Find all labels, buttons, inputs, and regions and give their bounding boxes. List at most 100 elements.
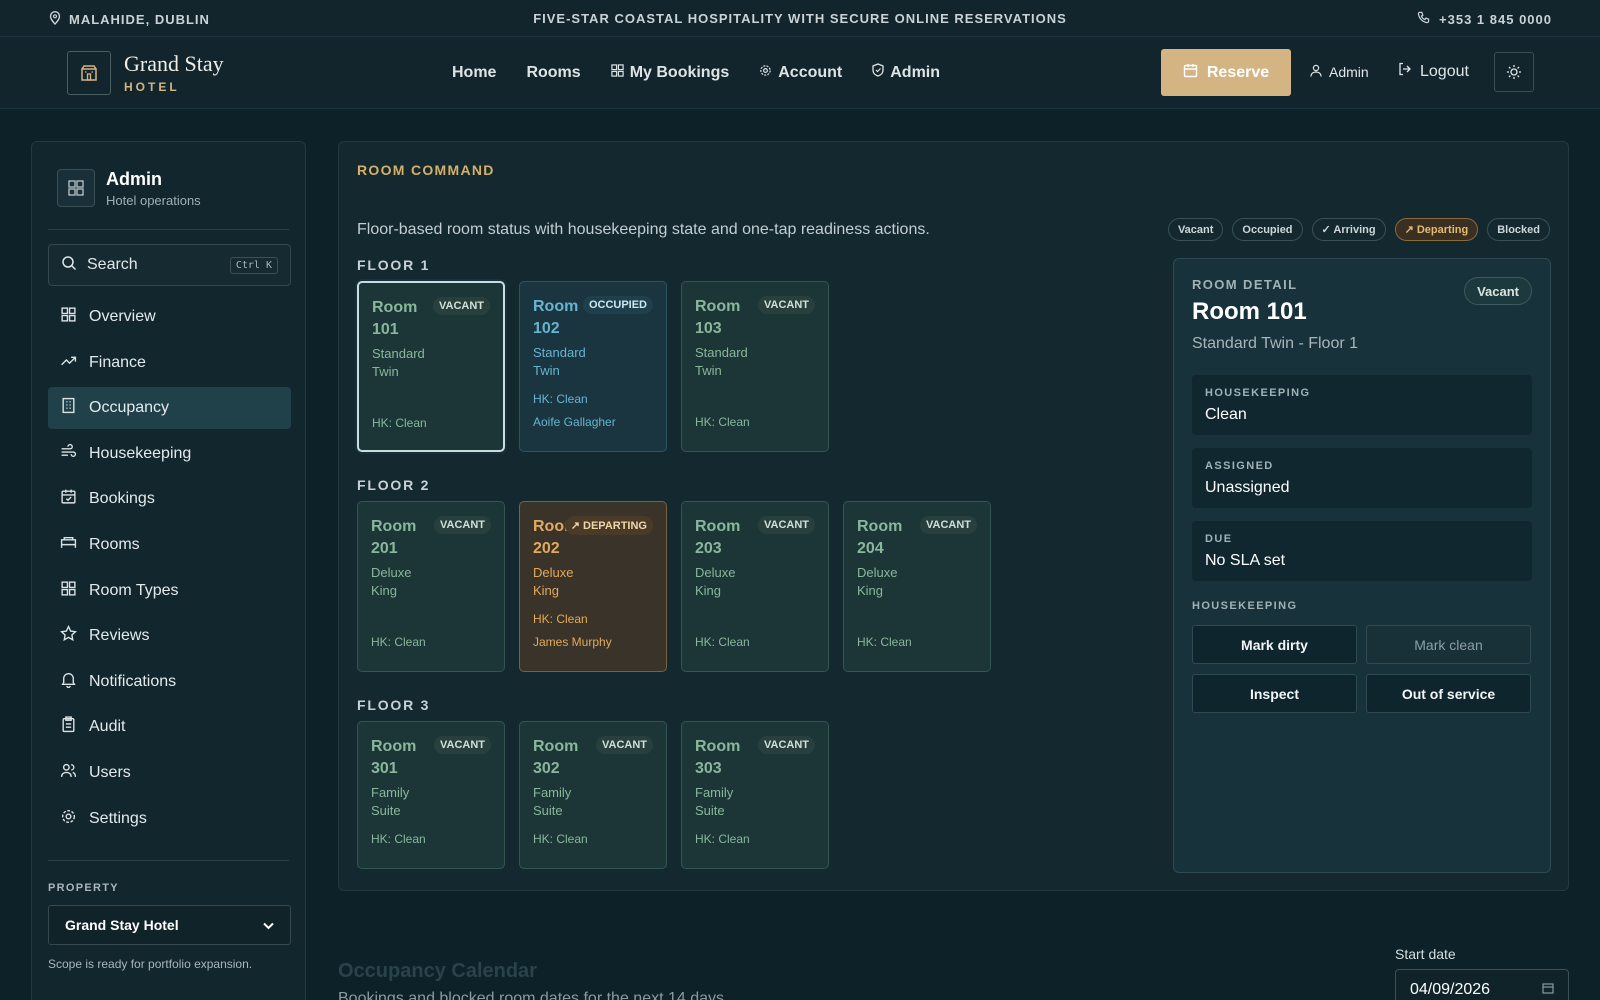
- sidebar-search[interactable]: Search Ctrl K: [48, 244, 291, 286]
- search-shortcut: Ctrl K: [229, 256, 278, 274]
- reserve-button[interactable]: Reserve: [1161, 49, 1291, 96]
- building-icon: [60, 397, 77, 419]
- wind-icon: [60, 443, 77, 465]
- room-card[interactable]: VACANT Room 301 Family Suite HK: Clean: [357, 721, 505, 869]
- nav-rooms-label: Rooms: [526, 63, 581, 81]
- reserve-label: Reserve: [1206, 63, 1270, 81]
- clipboard-icon: [60, 716, 77, 738]
- room-name: Room 303: [695, 738, 741, 777]
- sidebar-item-label: Users: [89, 763, 131, 781]
- logout-button[interactable]: Logout: [1398, 62, 1469, 81]
- mark-clean-button[interactable]: Mark clean: [1366, 625, 1531, 664]
- legend-chip[interactable]: Blocked: [1487, 218, 1550, 241]
- sidebar-item-room-types[interactable]: Room Types: [48, 570, 291, 612]
- assigned-field: ASSIGNED Unassigned: [1192, 448, 1532, 508]
- brand[interactable]: Grand Stay HOTEL: [124, 51, 224, 94]
- nav-home[interactable]: Home: [452, 63, 496, 82]
- phone-text: +353 1 845 0000: [1439, 11, 1552, 27]
- room-type: Family Suite: [695, 785, 734, 818]
- room-housekeeping: HK: Clean: [695, 415, 750, 429]
- room-housekeeping: HK: Clean: [533, 832, 588, 846]
- sidebar-item-finance[interactable]: Finance: [48, 342, 291, 384]
- chevron-down-icon: [263, 917, 274, 933]
- legend-chip[interactable]: Occupied: [1232, 218, 1303, 241]
- hotel-logo-icon[interactable]: [67, 51, 111, 95]
- user-label: Admin: [1329, 64, 1369, 80]
- room-detail-status-badge: Vacant: [1464, 277, 1532, 305]
- room-housekeeping: HK: Clean: [371, 635, 426, 649]
- start-date-value: 04/09/2026: [1410, 981, 1491, 998]
- room-name: Room 101: [372, 299, 418, 338]
- room-status-badge: VACANT: [919, 516, 977, 534]
- gear-icon: [60, 808, 77, 830]
- room-guest: Aoife Gallagher: [533, 415, 616, 429]
- sidebar-item-reviews[interactable]: Reviews: [48, 615, 291, 657]
- mark-dirty-button[interactable]: Mark dirty: [1192, 625, 1357, 664]
- room-card[interactable]: VACANT Room 201 Deluxe King HK: Clean: [357, 501, 505, 672]
- room-type: Deluxe King: [695, 565, 736, 598]
- sidebar-item-overview[interactable]: Overview: [48, 296, 291, 338]
- sidebar-item-rooms[interactable]: Rooms: [48, 524, 291, 566]
- sidebar-item-label: Room Types: [89, 581, 179, 599]
- sidebar-item-occupancy[interactable]: Occupancy: [48, 387, 291, 430]
- legend-chip[interactable]: ✓ Arriving: [1311, 218, 1386, 241]
- nav-rooms[interactable]: Rooms: [526, 63, 580, 82]
- sidebar-item-housekeeping[interactable]: Housekeeping: [48, 433, 291, 475]
- property-value: Grand Stay Hotel: [65, 917, 179, 933]
- floor-label: FLOOR 1: [357, 257, 431, 273]
- nav-home-label: Home: [452, 63, 497, 81]
- room-card[interactable]: VACANT Room 103 Standard Twin HK: Clean: [681, 281, 829, 452]
- search-label: Search: [87, 256, 138, 273]
- due-field: DUE No SLA set: [1192, 521, 1532, 581]
- room-housekeeping: HK: Clean: [857, 635, 912, 649]
- room-name: Room 103: [695, 298, 741, 337]
- sidebar-item-notifications[interactable]: Notifications: [48, 661, 291, 703]
- occupancy-calendar-subtitle: Bookings and blocked room dates for the …: [338, 990, 729, 1000]
- room-type: Standard Twin: [372, 346, 425, 379]
- room-status-badge: VACANT: [433, 516, 491, 534]
- property-label: PROPERTY: [48, 882, 119, 894]
- room-card[interactable]: VACANT Room 302 Family Suite HK: Clean: [519, 721, 667, 869]
- nav-bookings-label: My Bookings: [629, 63, 730, 81]
- nav-admin-label: Admin: [890, 63, 941, 81]
- brand-sub: HOTEL: [124, 80, 180, 94]
- sidebar-item-audit[interactable]: Audit: [48, 706, 291, 748]
- sidebar-item-users[interactable]: Users: [48, 752, 291, 794]
- room-card[interactable]: ↗ DEPARTING Room 202 Deluxe King HK: Clean J…: [519, 501, 667, 672]
- legend-chip[interactable]: Vacant: [1167, 218, 1224, 241]
- room-type: Family Suite: [533, 785, 572, 818]
- room-card[interactable]: VACANT Room 101 Standard Twin HK: Clean: [357, 281, 505, 452]
- start-date-input[interactable]: 04/09/2026: [1395, 969, 1569, 1000]
- theme-toggle-sun-icon[interactable]: [1494, 52, 1534, 92]
- out-of-service-button[interactable]: Out of service: [1366, 674, 1531, 713]
- room-card[interactable]: VACANT Room 203 Deluxe King HK: Clean: [681, 501, 829, 672]
- assigned-field-value: Unassigned: [1205, 479, 1290, 496]
- sidebar-item-label: Occupancy: [89, 399, 170, 417]
- sidebar-item-settings[interactable]: Settings: [48, 798, 291, 840]
- room-status-badge: VACANT: [433, 736, 491, 754]
- property-select[interactable]: Grand Stay Hotel: [48, 905, 291, 945]
- legend-chip[interactable]: ↗ Departing: [1394, 218, 1479, 241]
- nav-my-bookings[interactable]: My Bookings: [611, 63, 730, 82]
- room-detail-panel: ROOM DETAIL Room 101 Standard Twin - Flo…: [1173, 258, 1551, 873]
- grid-icon: [60, 306, 77, 328]
- user-menu[interactable]: Admin: [1310, 64, 1369, 80]
- dashboard-icon: [57, 169, 95, 207]
- inspect-button[interactable]: Inspect: [1192, 674, 1357, 713]
- room-card[interactable]: VACANT Room 204 Deluxe King HK: Clean: [843, 501, 991, 672]
- sidebar-item-bookings[interactable]: Bookings: [48, 478, 291, 520]
- phone[interactable]: +353 1 845 0000: [1417, 11, 1552, 27]
- sidebar-item-label: Finance: [89, 353, 146, 371]
- room-housekeeping: HK: Clean: [695, 635, 750, 649]
- calendar-icon: [1183, 63, 1198, 83]
- room-card[interactable]: VACANT Room 303 Family Suite HK: Clean: [681, 721, 829, 869]
- room-type: Family Suite: [371, 785, 410, 818]
- nav-account[interactable]: Account: [759, 63, 842, 82]
- room-type: Deluxe King: [857, 565, 898, 598]
- sidebar-item-label: Bookings: [89, 490, 155, 508]
- nav-admin[interactable]: Admin: [872, 63, 940, 82]
- calendar-icon[interactable]: [1542, 981, 1554, 999]
- room-status-badge: OCCUPIED: [582, 296, 653, 314]
- room-command-description: Floor-based room status with housekeepin…: [357, 221, 930, 238]
- room-card[interactable]: OCCUPIED Room 102 Standard Twin HK: Clean Ao…: [519, 281, 667, 452]
